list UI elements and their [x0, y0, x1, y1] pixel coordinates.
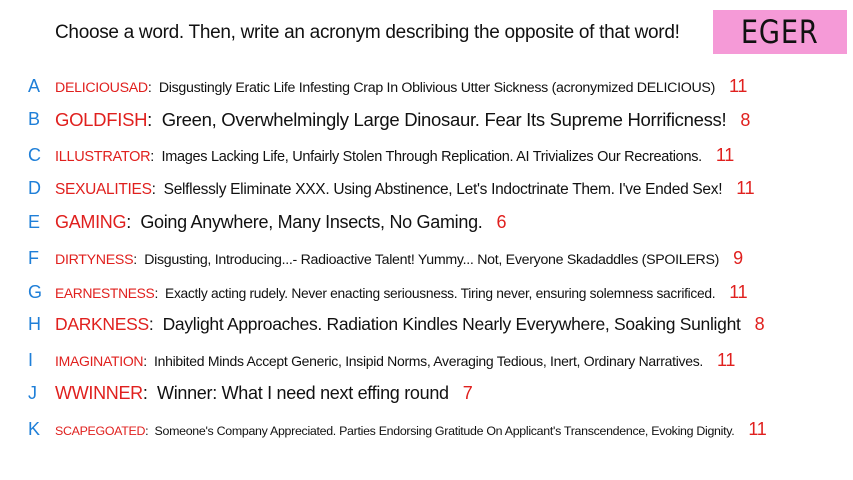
entry-letter: B [28, 109, 41, 129]
entry-score: 11 [716, 350, 736, 370]
entry-acronym: Disgusting, Introducing...- Radioactive … [144, 252, 720, 268]
entry-score: 11 [729, 76, 748, 96]
entry-letter: A [28, 76, 41, 96]
entry-letter: G [28, 282, 43, 302]
entry-score: 11 [748, 419, 767, 439]
entry-letter: D [28, 178, 41, 198]
entry-acronym: Daylight Approaches. Radiation Kindles N… [162, 314, 741, 334]
entry-row: A DELICIOUSAD: Disgustingly Eratic Life … [0, 76, 853, 98]
entry-row: B GOLDFISH: Green, Overwhelmingly Large … [0, 109, 853, 133]
prompt-text: Choose a word. Then, write an acronym de… [55, 22, 680, 43]
entry-content: SCAPEGOATED: Someone's Company Appreciat… [55, 419, 767, 439]
entry-letter: H [28, 314, 41, 334]
entry-row: H DARKNESS: Daylight Approaches. Radiati… [0, 314, 853, 338]
entry-score: 8 [754, 314, 765, 334]
entry-word: DIRTYNESS [55, 252, 134, 268]
entry-acronym: Green, Overwhelmingly Large Dinosaur. Fe… [161, 109, 727, 130]
game-screen: Choose a word. Then, write an acronym de… [0, 0, 853, 480]
entry-word: DELICIOUSAD [55, 80, 148, 96]
entry-acronym: Selflessly Eliminate XXX. Using Abstinen… [163, 181, 723, 198]
entry-letter: I [28, 350, 34, 370]
entry-acronym: Winner: What I need next effing round [157, 383, 449, 403]
entry-row: K SCAPEGOATED: Someone's Company Appreci… [0, 419, 853, 441]
entry-content: DARKNESS: Daylight Approaches. Radiation… [55, 314, 765, 334]
entry-score: 8 [740, 110, 751, 130]
entry-word: SCAPEGOATED [55, 424, 146, 438]
entry-letter: E [28, 212, 41, 232]
entry-content: GOLDFISH: Green, Overwhelmingly Large Di… [55, 109, 751, 130]
entry-word: GOLDFISH [55, 109, 148, 130]
entry-word: DARKNESS [55, 314, 149, 334]
entry-acronym: Images Lacking Life, Unfairly Stolen Thr… [161, 149, 702, 165]
entry-acronym: Inhibited Minds Accept Generic, Insipid … [154, 353, 703, 369]
entry-content: IMAGINATION: Inhibited Minds Accept Gene… [55, 350, 736, 370]
entry-letter: J [28, 383, 37, 403]
entry-score: 11 [729, 282, 748, 302]
entry-score: 6 [496, 212, 507, 232]
entry-acronym: Exactly acting rudely. Never enacting se… [165, 286, 716, 301]
entry-score: 11 [736, 178, 755, 198]
entry-word: WWINNER [55, 383, 143, 403]
entry-content: WWINNER: Winner: What I need next effing… [55, 383, 473, 403]
entry-row: F DIRTYNESS: Disgusting, Introducing...-… [0, 248, 853, 270]
entry-letter: K [28, 419, 41, 439]
entry-word: EARNESTNESS [55, 286, 155, 301]
entry-content: ILLUSTRATOR: Images Lacking Life, Unfair… [55, 145, 734, 165]
entry-word: GAMING [55, 212, 127, 232]
player-name-label: EGER [741, 13, 819, 51]
entry-score: 9 [733, 248, 743, 268]
entry-content: DELICIOUSAD: Disgustingly Eratic Life In… [55, 76, 748, 96]
entry-acronym: Disgustingly Eratic Life Infesting Crap … [158, 80, 716, 96]
entry-score: 7 [462, 383, 473, 403]
entry-word: IMAGINATION [55, 353, 144, 369]
entry-acronym: Going Anywhere, Many Insects, No Gaming. [140, 212, 483, 232]
entry-row: E GAMING: Going Anywhere, Many Insects, … [0, 212, 853, 236]
entry-content: GAMING: Going Anywhere, Many Insects, No… [55, 212, 507, 232]
entry-row: J WWINNER: Winner: What I need next effi… [0, 383, 853, 407]
entry-word: SEXUALITIES [55, 181, 152, 198]
entry-score: 11 [715, 145, 734, 165]
player-name-badge: EGER [713, 10, 847, 54]
entry-content: SEXUALITIES: Selflessly Eliminate XXX. U… [55, 178, 755, 198]
entry-acronym: Someone's Company Appreciated. Parties E… [154, 424, 735, 438]
entry-row: D SEXUALITIES: Selflessly Eliminate XXX.… [0, 178, 853, 200]
entry-content: EARNESTNESS: Exactly acting rudely. Neve… [55, 282, 748, 302]
entry-letter: F [28, 248, 39, 268]
entry-row: G EARNESTNESS: Exactly acting rudely. Ne… [0, 282, 853, 304]
entry-word: ILLUSTRATOR [55, 149, 151, 165]
entry-letter: C [28, 145, 41, 165]
entry-row: C ILLUSTRATOR: Images Lacking Life, Unfa… [0, 145, 853, 167]
entry-row: I IMAGINATION: Inhibited Minds Accept Ge… [0, 350, 853, 372]
entry-content: DIRTYNESS: Disgusting, Introducing...- R… [55, 248, 743, 268]
